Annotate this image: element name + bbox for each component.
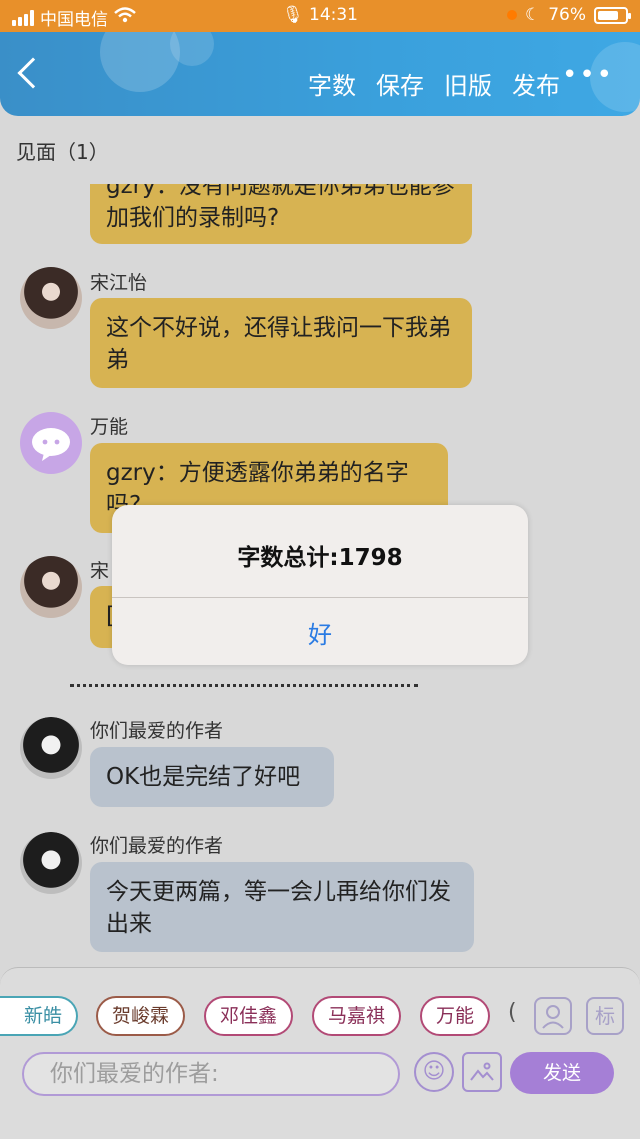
save-button[interactable]: 保存 <box>376 66 424 101</box>
avatar[interactable] <box>20 267 82 329</box>
chat-bubble-icon <box>32 428 70 461</box>
mic-icon: 🎙 <box>282 5 304 25</box>
character-chip-partial[interactable]: ( <box>508 1000 517 1025</box>
publish-button[interactable]: 发布 <box>512 66 560 101</box>
back-chevron-icon[interactable] <box>17 57 49 89</box>
chapter-title: 见面（1） <box>16 140 109 164</box>
tag-button[interactable]: 标 <box>586 997 624 1035</box>
composer: 新皓 贺峻霖 邓佳鑫 马嘉祺 万能 ( 标 你们最爱的作者: ☺ 发送 <box>0 967 640 1139</box>
battery-percent: 76% <box>548 5 586 25</box>
user-icon[interactable] <box>534 997 572 1035</box>
send-button[interactable]: 发送 <box>510 1052 614 1094</box>
word-count-button[interactable]: 字数 <box>308 66 356 101</box>
avatar[interactable] <box>20 717 82 779</box>
more-icon[interactable]: ••• <box>562 60 614 90</box>
status-bar: 中国电信 🎙 14:31 ☾ 76% <box>0 0 640 32</box>
message-text: 今天更两篇，等一会儿再给你们发出来 <box>106 879 451 937</box>
moon-icon: ☾ <box>524 5 541 25</box>
message-text: OK也是完结了好吧 <box>106 764 301 790</box>
message-bubble[interactable]: 这个不好说，还得让我问一下我弟弟 <box>90 298 472 388</box>
character-chip[interactable]: 新皓 <box>0 996 79 1036</box>
sender-name: 宋江怡 <box>90 272 148 294</box>
avatar[interactable] <box>20 556 82 618</box>
message-bubble[interactable]: 今天更两篇，等一会儿再给你们发出来 <box>90 862 474 952</box>
message-text: 这个不好说，还得让我问一下我弟弟 <box>106 315 451 373</box>
alert-dialog: 字数总计:1798 好 <box>112 505 528 665</box>
sender-name: 你们最爱的作者 <box>90 720 224 742</box>
dialog-divider <box>112 597 528 598</box>
message-input[interactable]: 你们最爱的作者: <box>22 1052 400 1096</box>
scroll-clip <box>0 164 640 184</box>
ok-button[interactable]: 好 <box>112 615 528 650</box>
character-chip[interactable]: 万能 <box>420 996 491 1036</box>
avatar[interactable] <box>20 832 82 894</box>
sender-name: 万能 <box>90 416 129 438</box>
character-chip[interactable]: 贺峻霖 <box>96 996 186 1036</box>
battery-icon <box>594 6 631 24</box>
divider <box>70 684 418 687</box>
character-chip[interactable]: 马嘉祺 <box>312 996 402 1036</box>
character-chip[interactable]: 邓佳鑫 <box>204 996 294 1036</box>
dialog-message: 字数总计:1798 <box>237 545 403 571</box>
avatar[interactable] <box>20 412 82 474</box>
message-bubble[interactable]: OK也是完结了好吧 <box>90 747 334 807</box>
time-label: 14:31 <box>309 5 358 25</box>
sender-name: 宋 <box>90 560 110 582</box>
sender-name: 你们最爱的作者 <box>90 835 224 857</box>
emoji-icon[interactable]: ☺ <box>414 1052 454 1092</box>
recording-dot-icon <box>506 10 517 20</box>
image-icon[interactable] <box>462 1052 502 1092</box>
editor-header: 字数 保存 旧版 发布 ••• <box>0 32 640 116</box>
old-version-button[interactable]: 旧版 <box>444 66 492 101</box>
